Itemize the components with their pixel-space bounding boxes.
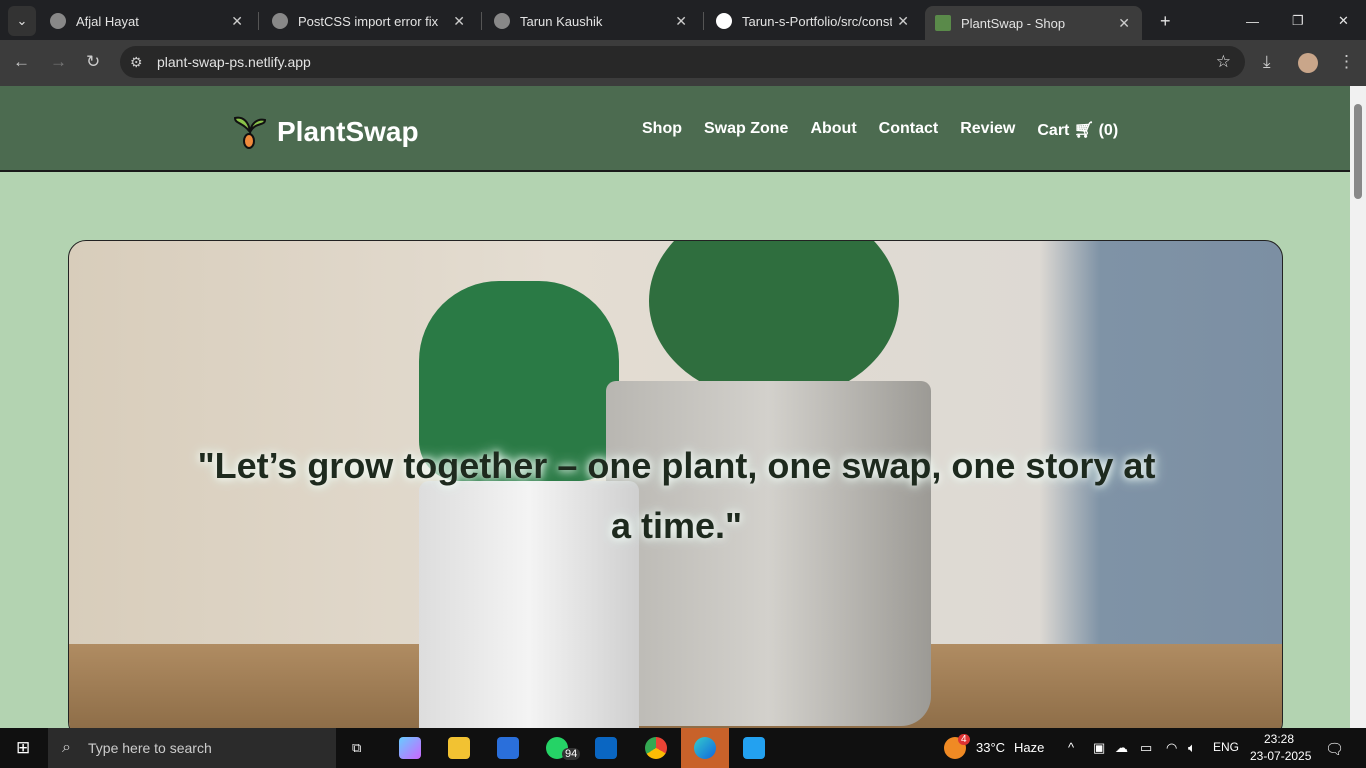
main-nav: Shop Swap Zone About Contact Review Cart… <box>642 120 1118 140</box>
nav-review[interactable]: Review <box>960 120 1015 140</box>
page-scrollbar[interactable] <box>1350 86 1366 728</box>
close-icon[interactable]: ✕ <box>675 13 687 30</box>
brand-name: PlantSwap <box>277 116 419 147</box>
hero-banner: "Let’s grow together – one plant, one sw… <box>68 240 1283 740</box>
store-icon[interactable] <box>497 737 519 759</box>
url-text: plant-swap-ps.netlify.app <box>157 54 311 70</box>
search-placeholder: Type here to search <box>88 740 212 756</box>
reload-icon[interactable]: ↻ <box>86 52 100 72</box>
linkedin-icon[interactable] <box>595 737 617 759</box>
tab[interactable]: PostCSS import error fix ✕ <box>262 6 477 36</box>
cart-label: Cart <box>1037 122 1070 139</box>
profile-avatar[interactable] <box>1298 53 1318 73</box>
tab-bar: ⌄ Afjal Hayat ✕ PostCSS import error fix ✕… <box>0 0 1366 40</box>
menu-icon[interactable]: ⋮ <box>1338 52 1355 72</box>
tab-title: Tarun-s-Portfolio/src/consta <box>742 13 892 29</box>
site-info-icon[interactable]: ⚙ <box>130 54 143 71</box>
tab[interactable]: Afjal Hayat ✕ <box>40 6 255 36</box>
language-indicator[interactable]: ENG <box>1213 740 1239 754</box>
forward-icon[interactable]: → <box>50 52 67 72</box>
task-view-icon[interactable]: ⧉ <box>352 740 361 756</box>
clock-time[interactable]: 23:28 <box>1264 732 1294 746</box>
weather-badge: 4 <box>958 734 970 745</box>
sprout-icon <box>233 116 267 149</box>
edge-taskbar-item[interactable] <box>681 728 729 768</box>
chatgpt-icon <box>272 13 288 29</box>
address-bar: ← → ↻ ⚙ plant-swap-ps.netlify.app ☆ ⤓ ⋮ <box>0 40 1366 86</box>
file-explorer-icon[interactable] <box>448 737 470 759</box>
tab-search-button[interactable]: ⌄ <box>8 6 36 36</box>
nav-shop[interactable]: Shop <box>642 120 682 140</box>
search-icon: ⌕ <box>62 739 71 756</box>
whatsapp-badge: 94 <box>562 748 581 760</box>
nav-swap-zone[interactable]: Swap Zone <box>704 120 788 140</box>
notification-icon[interactable]: 🗨︎ <box>1325 740 1344 758</box>
volume-icon[interactable]: 🔈︎ <box>1188 740 1196 756</box>
cart-icon: 🛒︎ <box>1073 122 1095 139</box>
close-icon[interactable]: ✕ <box>231 13 243 30</box>
brand-logo[interactable]: PlantSwap <box>233 114 419 150</box>
close-icon[interactable]: ✕ <box>897 13 909 30</box>
favicon-icon <box>494 13 510 29</box>
taskbar-search[interactable]: ⌕ Type here to search <box>48 728 336 768</box>
nav-cart[interactable]: Cart 🛒︎ (0) <box>1037 120 1118 140</box>
url-input[interactable]: ⚙ plant-swap-ps.netlify.app ☆ <box>120 46 1245 78</box>
nav-contact[interactable]: Contact <box>879 120 939 140</box>
tab-title: PostCSS import error fix <box>298 13 439 29</box>
close-icon[interactable]: ✕ <box>453 13 465 30</box>
bookmark-star-icon[interactable]: ☆ <box>1216 52 1231 72</box>
maximize-button[interactable]: ❐ <box>1282 6 1314 36</box>
minimize-button[interactable]: — <box>1236 6 1269 36</box>
camera-icon[interactable]: ▣ <box>1093 740 1105 756</box>
close-window-button[interactable]: ✕ <box>1328 6 1359 36</box>
new-tab-button[interactable]: + <box>1150 6 1181 36</box>
clock-date[interactable]: 23-07-2025 <box>1250 749 1311 763</box>
cart-count: (0) <box>1098 122 1119 139</box>
hero-quote: "Let’s grow together – one plant, one sw… <box>197 445 1156 546</box>
nav-about[interactable]: About <box>810 120 856 140</box>
wifi-icon[interactable]: ◠ <box>1166 740 1177 756</box>
cactus-image <box>649 241 899 401</box>
tab[interactable]: Tarun Kaushik ✕ <box>484 6 699 36</box>
taskbar: ⊞ ⌕ Type here to search ⧉ 94 4 33°C Haze … <box>0 728 1366 768</box>
back-icon[interactable]: ← <box>13 52 30 72</box>
chevron-up-icon[interactable]: ^ <box>1068 740 1074 755</box>
temperature: 33°C <box>976 740 1006 755</box>
chrome-icon[interactable] <box>645 737 667 759</box>
edge-icon <box>694 737 716 759</box>
tab-title: PlantSwap - Shop <box>961 15 1066 31</box>
download-icon[interactable]: ⤓ <box>1263 52 1271 72</box>
tab[interactable]: Tarun-s-Portfolio/src/consta ✕ <box>706 6 921 36</box>
weather-text: Haze <box>1014 740 1045 755</box>
tab-title: Tarun Kaushik <box>520 13 603 29</box>
github-icon <box>716 13 732 29</box>
tab-active[interactable]: PlantSwap - Shop ✕ <box>925 6 1142 40</box>
favicon-icon <box>935 15 951 31</box>
battery-icon[interactable]: ▭ <box>1140 740 1152 756</box>
scrollbar-thumb[interactable] <box>1354 104 1362 199</box>
close-icon[interactable]: ✕ <box>1118 15 1130 32</box>
favicon-icon <box>50 13 66 29</box>
site-header: PlantSwap Shop Swap Zone About Contact R… <box>0 86 1350 172</box>
tab-title: Afjal Hayat <box>76 13 139 29</box>
vscode-icon[interactable] <box>743 737 765 759</box>
copilot-icon[interactable] <box>399 737 421 759</box>
cloud-icon[interactable]: ☁ <box>1115 740 1128 756</box>
windows-start-icon[interactable]: ⊞ <box>16 738 30 758</box>
